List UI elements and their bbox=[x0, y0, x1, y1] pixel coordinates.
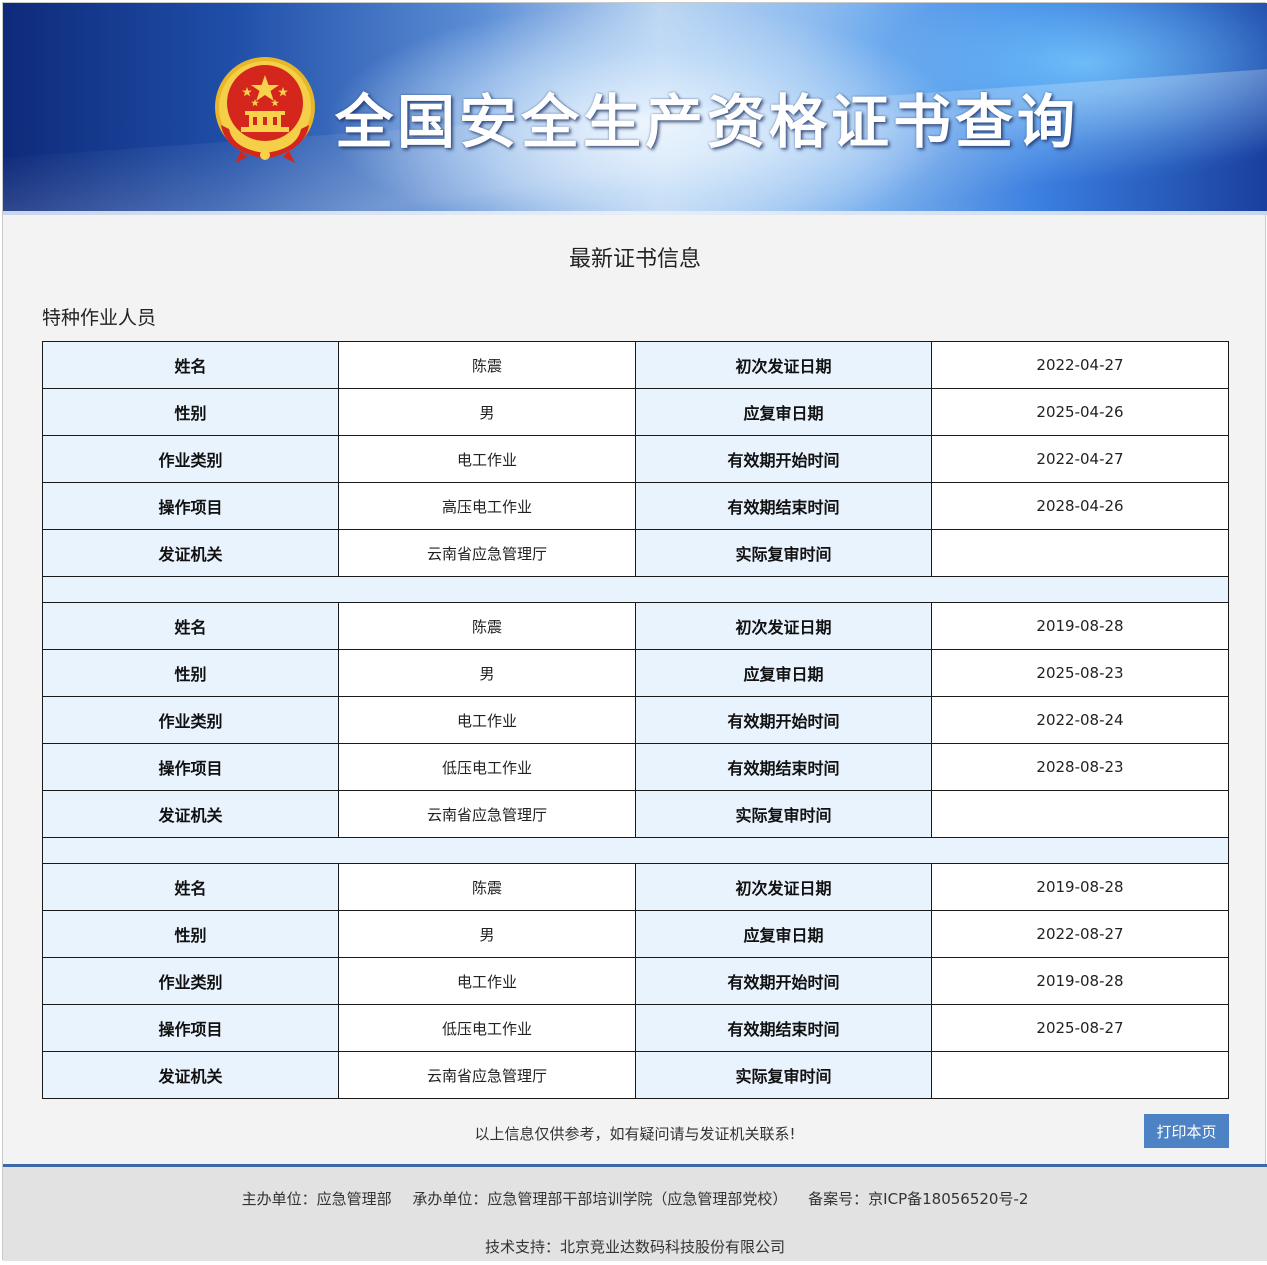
valid-start-label: 有效期开始时间 bbox=[635, 435, 932, 483]
table-row: 性别 男 应复审日期 2025-08-23 bbox=[42, 649, 1229, 697]
name-value: 陈震 bbox=[338, 863, 636, 911]
review-due-date-value: 2025-04-26 bbox=[931, 388, 1229, 436]
first-issue-date-label: 初次发证日期 bbox=[635, 341, 932, 389]
section-title: 最新证书信息 bbox=[568, 247, 701, 272]
separator-cell bbox=[42, 576, 1229, 603]
gender-value: 男 bbox=[338, 649, 636, 697]
name-value: 陈震 bbox=[338, 602, 636, 650]
work-category-value: 电工作业 bbox=[338, 957, 636, 1005]
name-label: 姓名 bbox=[42, 863, 339, 911]
table-row: 作业类别 电工作业 有效期开始时间 2019-08-28 bbox=[42, 957, 1229, 1005]
actual-review-label: 实际复审时间 bbox=[635, 1051, 932, 1099]
table-row: 姓名 陈震 初次发证日期 2019-08-28 bbox=[42, 863, 1229, 911]
footer-icp[interactable]: 备案号：京ICP备18056520号-2 bbox=[808, 1190, 1028, 1208]
work-category-label: 作业类别 bbox=[42, 957, 339, 1005]
banner-title: 全国安全生产资格证书查询 bbox=[335, 88, 1080, 156]
first-issue-date-label: 初次发证日期 bbox=[635, 863, 932, 911]
gender-value: 男 bbox=[338, 910, 636, 958]
actual-review-value bbox=[931, 1051, 1229, 1099]
certificate-table: 姓名 陈震 初次发证日期 2022-04-27 性别 男 应复审日期 2025-… bbox=[42, 341, 1229, 1099]
name-label: 姓名 bbox=[42, 341, 339, 389]
header-banner: 全国安全生产资格证书查询 bbox=[3, 3, 1267, 215]
operation-item-value: 高压电工作业 bbox=[338, 482, 636, 530]
operation-item-value: 低压电工作业 bbox=[338, 1004, 636, 1052]
operation-item-label: 操作项目 bbox=[42, 1004, 339, 1052]
valid-start-value: 2022-04-27 bbox=[931, 435, 1229, 483]
actual-review-label: 实际复审时间 bbox=[635, 790, 932, 838]
national-emblem-icon bbox=[215, 57, 315, 163]
work-category-label: 作业类别 bbox=[42, 696, 339, 744]
footer: 主办单位：应急管理部 承办单位：应急管理部干部培训学院（应急管理部党校） 备案号… bbox=[3, 1164, 1267, 1261]
valid-start-label: 有效期开始时间 bbox=[635, 957, 932, 1005]
table-row: 性别 男 应复审日期 2025-04-26 bbox=[42, 388, 1229, 436]
work-category-value: 电工作业 bbox=[338, 435, 636, 483]
table-row: 姓名 陈震 初次发证日期 2022-04-27 bbox=[42, 341, 1229, 389]
separator-cell bbox=[42, 837, 1229, 864]
work-category-value: 电工作业 bbox=[338, 696, 636, 744]
table-row: 作业类别 电工作业 有效期开始时间 2022-08-24 bbox=[42, 696, 1229, 744]
table-row: 性别 男 应复审日期 2022-08-27 bbox=[42, 910, 1229, 958]
issuer-label: 发证机关 bbox=[42, 529, 339, 577]
issuer-value: 云南省应急管理厅 bbox=[338, 1051, 636, 1099]
review-due-date-label: 应复审日期 bbox=[635, 388, 932, 436]
operation-item-label: 操作项目 bbox=[42, 743, 339, 791]
table-row: 发证机关 云南省应急管理厅 实际复审时间 bbox=[42, 790, 1229, 838]
footer-info-line: 主办单位：应急管理部 承办单位：应急管理部干部培训学院（应急管理部党校） 备案号… bbox=[3, 1188, 1267, 1209]
first-issue-date-label: 初次发证日期 bbox=[635, 602, 932, 650]
valid-start-label: 有效期开始时间 bbox=[635, 696, 932, 744]
gender-label: 性别 bbox=[42, 649, 339, 697]
footer-support: 技术支持：北京竞业达数码科技股份有限公司 bbox=[484, 1238, 785, 1256]
valid-end-value: 2025-08-27 bbox=[931, 1004, 1229, 1052]
footer-host: 主办单位：应急管理部 bbox=[241, 1190, 392, 1208]
valid-end-value: 2028-08-23 bbox=[931, 743, 1229, 791]
name-label: 姓名 bbox=[42, 602, 339, 650]
issuer-label: 发证机关 bbox=[42, 1051, 339, 1099]
actual-review-label: 实际复审时间 bbox=[635, 529, 932, 577]
footer-organizer: 承办单位：应急管理部干部培训学院（应急管理部党校） bbox=[412, 1190, 788, 1208]
table-row: 操作项目 低压电工作业 有效期结束时间 2028-08-23 bbox=[42, 743, 1229, 791]
disclaimer-text: 以上信息仅供参考，如有疑问请与发证机关联系! bbox=[474, 1125, 796, 1143]
actual-review-value bbox=[931, 790, 1229, 838]
valid-end-label: 有效期结束时间 bbox=[635, 482, 932, 530]
table-row: 发证机关 云南省应急管理厅 实际复审时间 bbox=[42, 1051, 1229, 1099]
work-category-label: 作业类别 bbox=[42, 435, 339, 483]
table-row: 姓名 陈震 初次发证日期 2019-08-28 bbox=[42, 602, 1229, 650]
review-due-date-label: 应复审日期 bbox=[635, 649, 932, 697]
valid-end-label: 有效期结束时间 bbox=[635, 743, 932, 791]
first-issue-date-value: 2022-04-27 bbox=[931, 341, 1229, 389]
issuer-value: 云南省应急管理厅 bbox=[338, 529, 636, 577]
table-row: 发证机关 云南省应急管理厅 实际复审时间 bbox=[42, 529, 1229, 577]
page-container: 全国安全生产资格证书查询 最新证书信息 特种作业人员 姓名 陈震 初次发证日期 … bbox=[2, 2, 1267, 1261]
table-row: 作业类别 电工作业 有效期开始时间 2022-04-27 bbox=[42, 435, 1229, 483]
table-row: 操作项目 低压电工作业 有效期结束时间 2025-08-27 bbox=[42, 1004, 1229, 1052]
separator-row bbox=[42, 837, 1229, 864]
separator-row bbox=[42, 576, 1229, 603]
valid-start-value: 2022-08-24 bbox=[931, 696, 1229, 744]
actual-review-value bbox=[931, 529, 1229, 577]
issuer-value: 云南省应急管理厅 bbox=[338, 790, 636, 838]
first-issue-date-value: 2019-08-28 bbox=[931, 863, 1229, 911]
name-value: 陈震 bbox=[338, 341, 636, 389]
gender-label: 性别 bbox=[42, 388, 339, 436]
review-due-date-value: 2022-08-27 bbox=[931, 910, 1229, 958]
operation-item-value: 低压电工作业 bbox=[338, 743, 636, 791]
issuer-label: 发证机关 bbox=[42, 790, 339, 838]
gender-value: 男 bbox=[338, 388, 636, 436]
review-due-date-label: 应复审日期 bbox=[635, 910, 932, 958]
valid-start-value: 2019-08-28 bbox=[931, 957, 1229, 1005]
table-row: 操作项目 高压电工作业 有效期结束时间 2028-04-26 bbox=[42, 482, 1229, 530]
category-label: 特种作业人员 bbox=[42, 307, 157, 329]
operation-item-label: 操作项目 bbox=[42, 482, 339, 530]
print-page-button[interactable]: 打印本页 bbox=[1144, 1114, 1229, 1148]
gender-label: 性别 bbox=[42, 910, 339, 958]
review-due-date-value: 2025-08-23 bbox=[931, 649, 1229, 697]
first-issue-date-value: 2019-08-28 bbox=[931, 602, 1229, 650]
valid-end-value: 2028-04-26 bbox=[931, 482, 1229, 530]
valid-end-label: 有效期结束时间 bbox=[635, 1004, 932, 1052]
